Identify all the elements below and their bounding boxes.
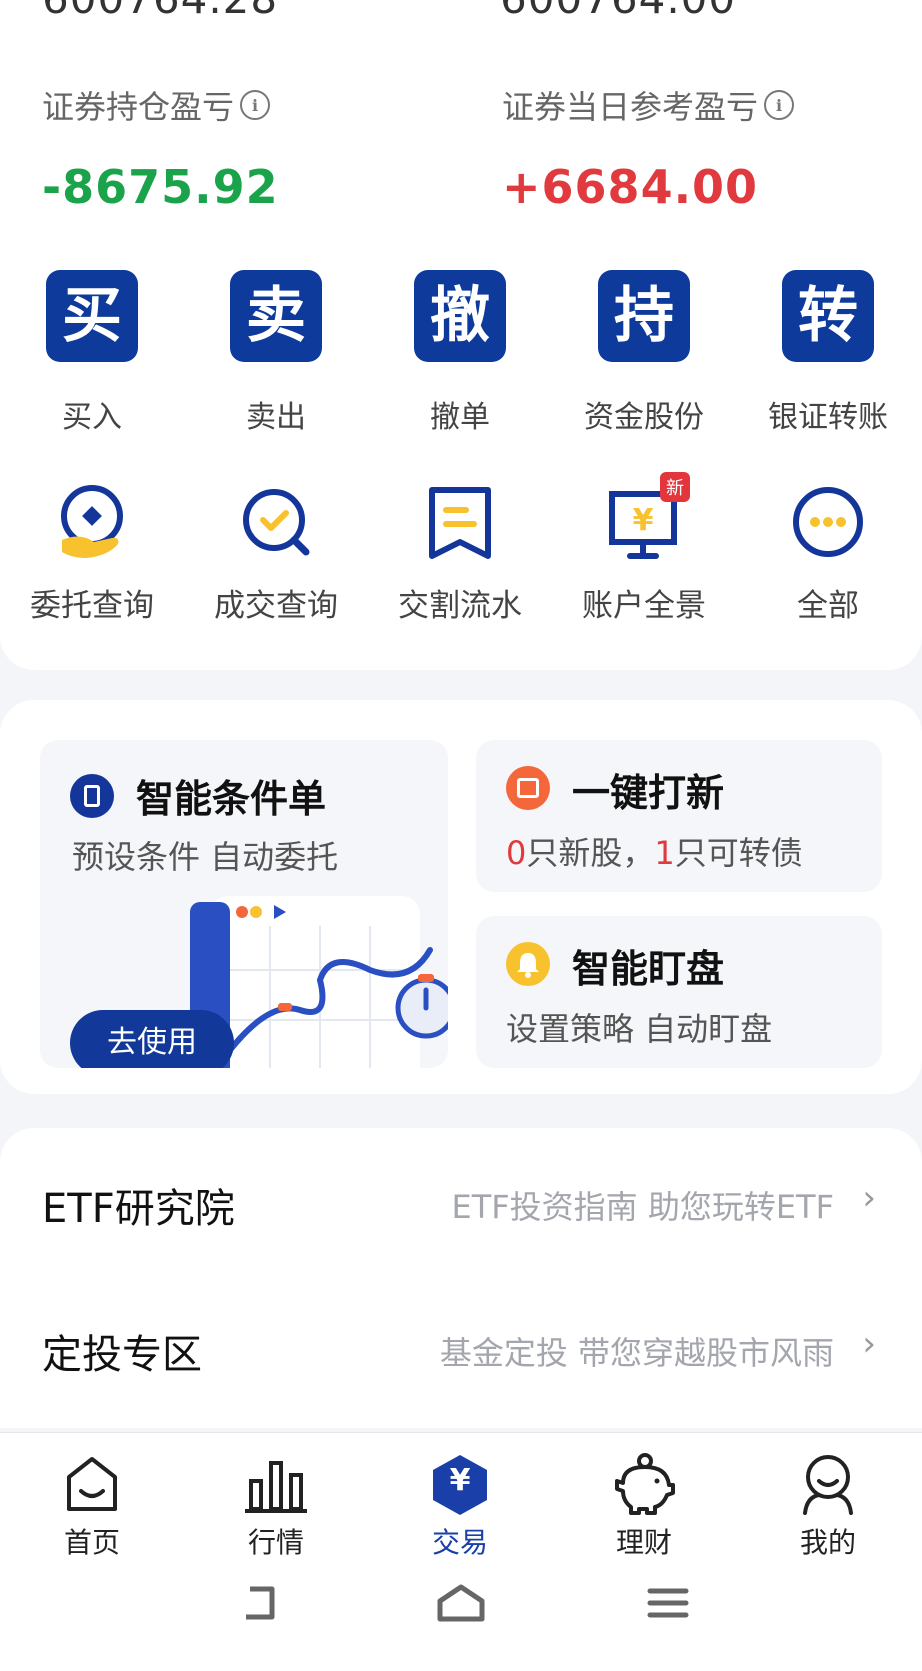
holdings-label: 资金股份 <box>584 400 704 435</box>
cancel-order-label: 撤单 <box>430 400 490 435</box>
total-assets-value: 600764.28 <box>42 0 278 23</box>
ipo-title: 一键打新 <box>572 771 725 815</box>
cancel-order-icon: 撤 <box>414 270 506 362</box>
bottom-tab-bar: 首页 行情 ¥ 交易 理财 我的 <box>0 1432 922 1671</box>
account-overview-button[interactable]: ¥ 新 账户全景 <box>552 472 736 625</box>
smart-monitor-panel[interactable]: 智能盯盘 设置策略 自动盯盘 <box>476 916 882 1068</box>
yuan-hex-icon: ¥ <box>425 1451 495 1517</box>
sell-button[interactable]: 卖 卖出 <box>184 270 368 436</box>
available-value: 600764.00 <box>500 0 736 23</box>
ipo-summary: 0只新股，1只可转债 <box>506 828 803 874</box>
convertible-bond-text: 只可转债 <box>674 834 803 872</box>
condition-order-subtitle: 预设条件 自动委托 <box>72 838 339 876</box>
new-badge: 新 <box>660 472 690 502</box>
account-card: 600764.28 600764.00 证券持仓盈亏 i 证券当日参考盈亏 i … <box>0 0 922 670</box>
etf-research-desc: ETF投资指南 助您玩转ETF <box>451 1188 834 1226</box>
condition-order-panel[interactable]: 智能条件单 预设条件 自动委托 去使用 <box>40 740 448 1068</box>
smart-features-card: 智能条件单 预设条件 自动委托 去使用 一键打新 0只新股，1只可转债 智能盯盘… <box>0 700 922 1094</box>
menu-nav-icon[interactable] <box>646 1583 690 1627</box>
smart-monitor-subtitle: 设置策略 自动盯盘 <box>506 1010 773 1048</box>
transfer-button[interactable]: 转 银证转账 <box>736 270 920 436</box>
trade-query-button[interactable]: 成交查询 <box>184 480 368 625</box>
use-now-button[interactable]: 去使用 <box>70 1010 234 1068</box>
chart-bars-icon <box>241 1451 311 1517</box>
holdings-button[interactable]: 持 资金股份 <box>552 270 736 436</box>
info-icon[interactable]: i <box>764 90 795 120</box>
gift-icon <box>506 766 550 810</box>
trade-query-label: 成交查询 <box>214 588 338 624</box>
today-pnl-value: +6684.00 <box>502 160 759 214</box>
fixed-investment-row[interactable]: 定投专区 基金定投 带您穿越股市风雨 › <box>0 1314 922 1394</box>
links-card: ETF研究院 ETF投资指南 助您玩转ETF › 定投专区 基金定投 带您穿越股… <box>0 1128 922 1428</box>
new-stock-text: 只新股， <box>526 834 655 872</box>
sell-label: 卖出 <box>246 400 306 435</box>
tab-home-label: 首页 <box>63 1526 120 1559</box>
etf-research-row[interactable]: ETF研究院 ETF投资指南 助您玩转ETF › <box>0 1168 922 1248</box>
user-icon <box>793 1451 863 1517</box>
transfer-icon: 转 <box>782 270 874 362</box>
yuan-glyph: ¥ <box>449 1463 471 1498</box>
receipt-icon <box>418 480 502 564</box>
home-icon <box>57 1451 127 1517</box>
tab-home[interactable]: 首页 <box>0 1451 184 1561</box>
all-functions-label: 全部 <box>797 588 859 624</box>
ipo-panel[interactable]: 一键打新 0只新股，1只可转债 <box>476 740 882 892</box>
tab-trade[interactable]: ¥ 交易 <box>368 1451 552 1561</box>
home-nav-icon[interactable] <box>436 1583 486 1627</box>
chevron-right-icon: › <box>862 1178 876 1218</box>
tab-market-label: 行情 <box>247 1526 304 1559</box>
fixed-investment-desc: 基金定投 带您穿越股市风雨 <box>439 1334 834 1372</box>
buy-label: 买入 <box>62 400 122 435</box>
holding-pnl-value: -8675.92 <box>42 160 279 214</box>
holding-pnl-text: 证券持仓盈亏 <box>42 88 235 126</box>
back-nav-icon[interactable] <box>236 1583 280 1627</box>
tab-mine[interactable]: 我的 <box>736 1451 920 1561</box>
sell-icon: 卖 <box>230 270 322 362</box>
buy-button[interactable]: 买 买入 <box>0 270 184 436</box>
tab-wealth-label: 理财 <box>615 1526 672 1559</box>
cancel-order-button[interactable]: 撤 撤单 <box>368 270 552 436</box>
tab-mine-label: 我的 <box>799 1526 856 1559</box>
condition-order-title: 智能条件单 <box>136 777 327 821</box>
account-board-icon: ¥ 新 <box>602 472 690 564</box>
smart-monitor-title: 智能盯盘 <box>572 947 725 991</box>
new-stock-count: 0 <box>506 834 527 872</box>
buy-icon: 买 <box>46 270 138 362</box>
chevron-right-icon: › <box>862 1324 876 1364</box>
hand-diamond-icon <box>50 480 134 564</box>
tab-wealth[interactable]: 理财 <box>552 1451 736 1561</box>
today-pnl-label: 证券当日参考盈亏 i <box>502 82 795 128</box>
info-icon[interactable]: i <box>240 90 271 120</box>
bell-icon <box>506 942 550 986</box>
etf-research-title: ETF研究院 <box>42 1186 235 1232</box>
piggy-bank-icon <box>609 1451 679 1517</box>
settlement-flow-button[interactable]: 交割流水 <box>368 480 552 625</box>
tab-trade-label: 交易 <box>431 1526 488 1559</box>
document-icon <box>70 774 114 818</box>
transfer-label: 银证转账 <box>768 400 888 435</box>
search-check-icon <box>234 480 318 564</box>
convertible-bond-count: 1 <box>654 834 675 872</box>
all-functions-button[interactable]: 全部 <box>736 480 920 625</box>
holding-pnl-label: 证券持仓盈亏 i <box>42 82 271 128</box>
order-query-button[interactable]: 委托查询 <box>0 480 184 625</box>
settlement-flow-label: 交割流水 <box>398 588 522 624</box>
more-icon <box>786 480 870 564</box>
today-pnl-text: 证券当日参考盈亏 <box>502 88 759 126</box>
fixed-investment-title: 定投专区 <box>42 1332 202 1378</box>
holdings-icon: 持 <box>598 270 690 362</box>
account-overview-label: 账户全景 <box>582 588 706 624</box>
tab-market[interactable]: 行情 <box>184 1451 368 1561</box>
order-query-label: 委托查询 <box>30 588 154 624</box>
svg-text:¥: ¥ <box>633 503 654 538</box>
